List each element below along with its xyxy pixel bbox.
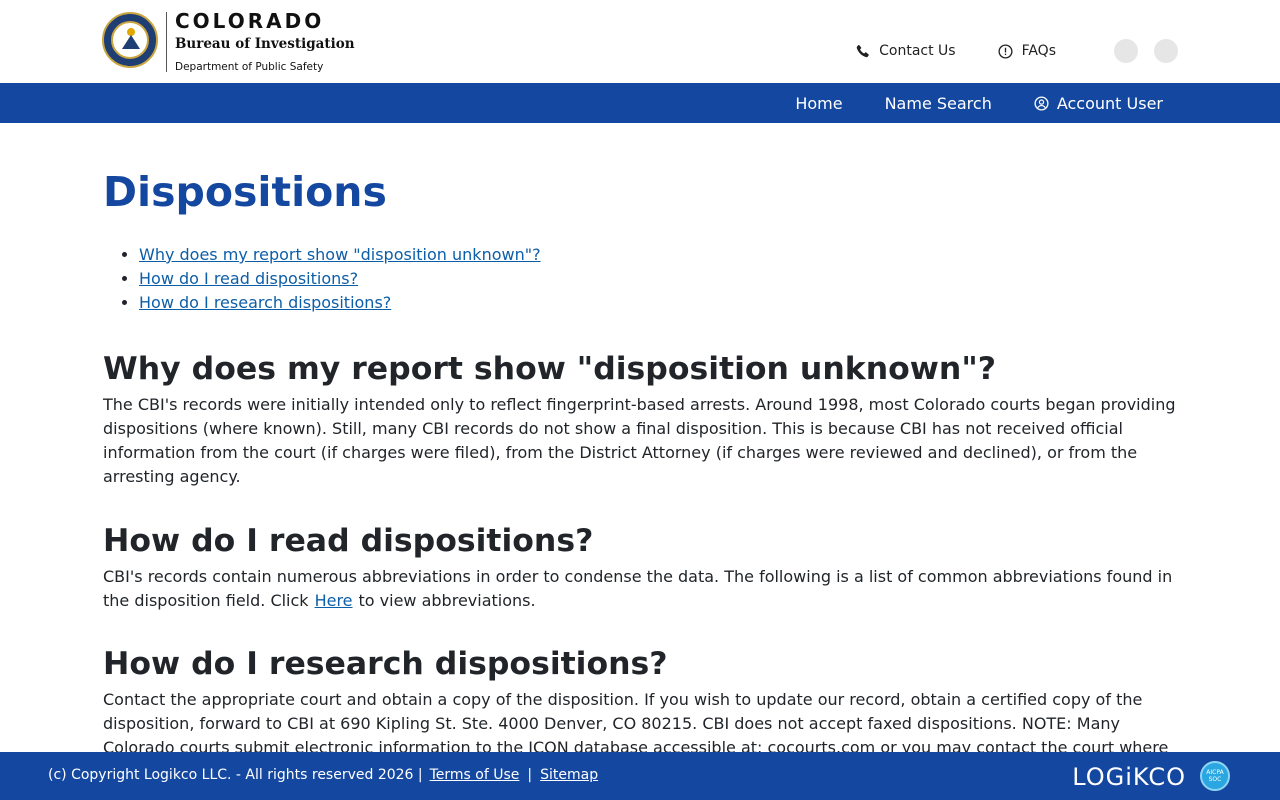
contact-us-label: Contact Us xyxy=(879,43,956,59)
logo-bureau: Bureau of Investigation xyxy=(175,36,355,52)
toc-item: How do I research dispositions? xyxy=(139,291,1183,315)
here-link[interactable]: Here xyxy=(315,591,353,610)
site-footer: (c) Copyright Logikco LLC. - All rights … xyxy=(0,752,1280,800)
read-text-after: to view abbreviations. xyxy=(358,591,536,610)
header-links: Contact Us FAQs xyxy=(856,36,1178,66)
sitemap-link[interactable]: Sitemap xyxy=(540,767,598,783)
section-title-read-dispositions: How do I read dispositions? xyxy=(103,523,594,559)
toc-link-research-dispositions[interactable]: How do I research dispositions? xyxy=(139,293,391,312)
page-title: Dispositions xyxy=(103,168,387,216)
toc-item: Why does my report show "disposition unk… xyxy=(139,243,1183,267)
phone-icon xyxy=(856,45,869,58)
nav-name-search[interactable]: Name Search xyxy=(885,94,992,113)
account-user-label: Account User xyxy=(1056,93,1163,113)
section-title-research-dispositions: How do I research dispositions? xyxy=(103,646,668,682)
colorado-seal-icon xyxy=(102,12,158,68)
nav-account-user[interactable]: Account User xyxy=(1034,94,1163,113)
section-title-disposition-unknown: Why does my report show "disposition unk… xyxy=(103,351,996,387)
alert-circle-icon xyxy=(998,43,1013,59)
logo-colorado: COLORADO xyxy=(175,9,325,33)
user-circle-icon xyxy=(1034,95,1049,111)
footer-text: (c) Copyright Logikco LLC. - All rights … xyxy=(48,767,598,783)
footer-separator: | xyxy=(527,767,533,783)
section-text-disposition-unknown: The CBI's records were initially intende… xyxy=(103,395,1176,486)
cbi-logo[interactable]: COLORADO Bureau of Investigation Departm… xyxy=(102,9,355,74)
nav-items: Home Name Search Account User xyxy=(753,83,1163,123)
toc-link-disposition-unknown[interactable]: Why does my report show "disposition unk… xyxy=(139,245,541,264)
faqs-link[interactable]: FAQs xyxy=(998,43,1056,59)
main-content: Dispositions Why does my report show "di… xyxy=(103,123,1183,760)
header-circle-button-2[interactable] xyxy=(1154,39,1178,63)
section-text-research-dispositions: Contact the appropriate court and obtain… xyxy=(103,690,1169,757)
read-text-before: CBI's records contain numerous abbreviat… xyxy=(103,567,1173,610)
contact-us-link[interactable]: Contact Us xyxy=(856,43,956,59)
main-navbar: Home Name Search Account User xyxy=(0,83,1280,123)
header-circle-button-1[interactable] xyxy=(1114,39,1138,63)
aicpa-soc-badge-icon: AICPA SOC xyxy=(1200,761,1230,791)
footer-copyright: (c) Copyright Logikco LLC. - All rights … xyxy=(48,767,423,783)
nav-home[interactable]: Home xyxy=(795,94,842,113)
section-text-read-dispositions: CBI's records contain numerous abbreviat… xyxy=(103,565,1183,613)
site-header: COLORADO Bureau of Investigation Departm… xyxy=(0,0,1280,83)
table-of-contents: Why does my report show "disposition unk… xyxy=(103,243,1183,315)
logo-text: COLORADO Bureau of Investigation Departm… xyxy=(175,9,355,73)
toc-item: How do I read dispositions? xyxy=(139,267,1183,291)
logo-divider xyxy=(166,12,167,72)
logo-department: Department of Public Safety xyxy=(175,61,324,73)
toc-link-read-dispositions[interactable]: How do I read dispositions? xyxy=(139,269,358,288)
terms-of-use-link[interactable]: Terms of Use xyxy=(430,767,520,783)
faqs-label: FAQs xyxy=(1021,43,1056,59)
logikco-logo[interactable]: LOGiKCO xyxy=(1072,763,1186,791)
